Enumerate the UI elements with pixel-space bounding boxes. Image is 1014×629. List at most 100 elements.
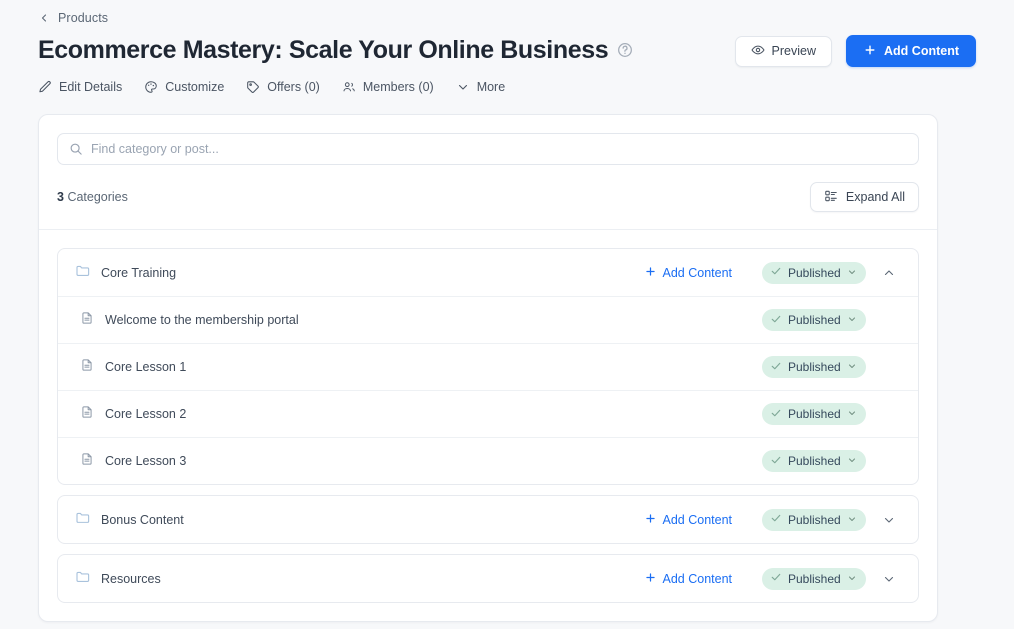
add-content-link-label: Add Content [662, 265, 733, 280]
lesson-row[interactable]: Core Lesson 3 Published [58, 437, 918, 484]
category-name: Core Training [101, 265, 177, 280]
palette-icon [144, 80, 158, 94]
status-badge[interactable]: Published [762, 309, 866, 331]
status-badge[interactable]: Published [762, 450, 866, 472]
subnav-item-members[interactable]: Members (0) [342, 80, 434, 94]
subnav-label: Members (0) [362, 80, 434, 94]
status-slot: Published [762, 450, 868, 472]
add-content-link[interactable]: Add Content [644, 265, 733, 281]
category-row-left: Bonus Content [75, 510, 644, 530]
product-content-page: Products Ecommerce Mastery: Scale Your O… [0, 0, 1014, 629]
content-panel: 3 Categories Expand All Core Traini [38, 114, 938, 622]
add-content-link-label: Add Content [662, 571, 733, 586]
add-content-link[interactable]: Add Content [644, 512, 733, 528]
toggle-slot [868, 260, 902, 286]
chevron-down-icon [456, 80, 470, 94]
plus-icon [644, 265, 657, 281]
category-count-number: 3 [57, 190, 64, 204]
category-row[interactable]: Resources Add Content Published [58, 555, 918, 602]
breadcrumb[interactable]: Products [0, 0, 1014, 25]
category-row-actions: Add Content Published [644, 507, 903, 533]
lesson-row[interactable]: Core Lesson 1 Published [58, 343, 918, 390]
category-count: 3 Categories [57, 190, 128, 204]
category-row[interactable]: Core Training Add Content Published [58, 249, 918, 296]
add-content-label: Add Content [884, 44, 959, 58]
search-wrapper [57, 133, 919, 165]
header-actions: Preview Add Content [734, 35, 976, 67]
check-icon [770, 571, 782, 586]
document-icon [80, 311, 94, 330]
lesson-title: Welcome to the membership portal [105, 313, 299, 327]
category-row[interactable]: Bonus Content Add Content Published [58, 496, 918, 543]
sub-navigation: Edit Details Customize Offers (0) Member… [0, 67, 1014, 94]
users-icon [342, 80, 356, 94]
chevron-down-icon [847, 572, 857, 586]
category-row-actions: Add Content Published [644, 260, 903, 286]
subnav-label: Offers (0) [267, 80, 320, 94]
expand-all-button[interactable]: Expand All [809, 182, 919, 212]
category-card: Resources Add Content Published [57, 554, 919, 603]
check-icon [770, 265, 782, 280]
toolbar-row: 3 Categories Expand All [39, 165, 937, 230]
preview-button[interactable]: Preview [734, 35, 833, 67]
lesson-row-actions: Published [762, 450, 902, 472]
pencil-icon [38, 80, 52, 94]
eye-icon [750, 43, 765, 60]
category-expand-toggle[interactable] [876, 566, 902, 592]
category-name: Bonus Content [101, 512, 184, 527]
check-icon [770, 512, 782, 527]
status-badge[interactable]: Published [762, 403, 866, 425]
status-slot: Published [762, 403, 868, 425]
check-icon [770, 407, 782, 422]
status-label: Published [788, 571, 841, 586]
check-icon [770, 454, 782, 469]
add-content-button[interactable]: Add Content [846, 35, 976, 67]
status-badge[interactable]: Published [762, 261, 866, 284]
category-collapse-toggle[interactable] [876, 260, 902, 286]
category-row-actions: Add Content Published [644, 566, 903, 592]
search-section [39, 115, 937, 165]
lesson-row-left: Core Lesson 3 [75, 452, 762, 471]
plus-icon [863, 43, 877, 60]
lesson-row[interactable]: Welcome to the membership portal Publish… [58, 296, 918, 343]
subnav-label: Edit Details [59, 80, 123, 94]
category-list: Core Training Add Content Published Welc… [39, 230, 937, 621]
title-group: Ecommerce Mastery: Scale Your Online Bus… [38, 36, 633, 65]
lesson-row[interactable]: Core Lesson 2 Published [58, 390, 918, 437]
folder-icon [75, 510, 90, 530]
status-badge[interactable]: Published [762, 508, 866, 531]
status-slot: Published [762, 508, 868, 531]
question-circle-icon[interactable] [617, 42, 633, 58]
expand-all-label: Expand All [845, 190, 905, 204]
chevron-down-icon [847, 266, 857, 280]
add-content-link[interactable]: Add Content [644, 571, 733, 587]
add-content-link-label: Add Content [662, 512, 733, 527]
plus-icon [644, 512, 657, 528]
category-count-label: Categories [67, 190, 128, 204]
subnav-item-more[interactable]: More [456, 80, 505, 94]
search-input[interactable] [57, 133, 919, 165]
subnav-item-customize[interactable]: Customize [144, 80, 224, 94]
subnav-item-edit-details[interactable]: Edit Details [38, 80, 122, 94]
status-label: Published [788, 265, 841, 280]
tag-icon [246, 80, 260, 94]
chevron-down-icon [847, 360, 857, 374]
document-icon [80, 358, 94, 377]
status-badge[interactable]: Published [762, 567, 866, 590]
lesson-row-actions: Published [762, 356, 902, 378]
status-slot: Published [762, 261, 868, 284]
lesson-title: Core Lesson 2 [105, 407, 187, 421]
subnav-item-offers[interactable]: Offers (0) [246, 80, 320, 94]
lesson-title: Core Lesson 1 [105, 360, 187, 374]
lesson-row-left: Core Lesson 1 [75, 358, 762, 377]
status-badge[interactable]: Published [762, 356, 866, 378]
status-slot: Published [762, 567, 868, 590]
status-label: Published [788, 313, 841, 327]
category-expand-toggle[interactable] [876, 507, 902, 533]
status-label: Published [788, 360, 841, 374]
document-icon [80, 405, 94, 424]
check-icon [770, 313, 782, 328]
category-row-left: Core Training [75, 263, 644, 283]
lesson-row-actions: Published [762, 309, 902, 331]
status-label: Published [788, 454, 841, 468]
